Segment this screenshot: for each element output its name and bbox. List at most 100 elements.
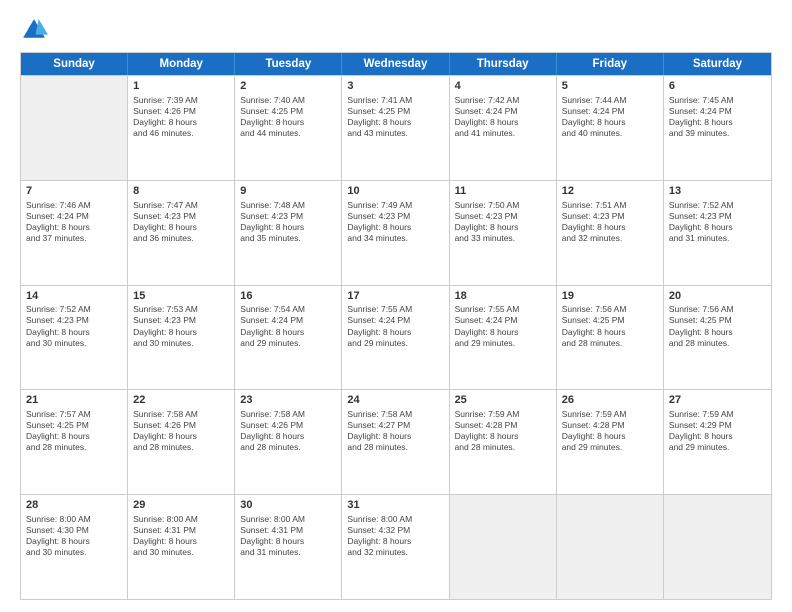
day-cell-16: 16Sunrise: 7:54 AMSunset: 4:24 PMDayligh… <box>235 286 342 390</box>
cell-line: and 30 minutes. <box>133 338 229 349</box>
cell-line: and 28 minutes. <box>240 442 336 453</box>
cell-line: and 37 minutes. <box>26 233 122 244</box>
cell-line: Sunrise: 7:40 AM <box>240 95 336 106</box>
cell-line: and 29 minutes. <box>455 338 551 349</box>
week-row-3: 21Sunrise: 7:57 AMSunset: 4:25 PMDayligh… <box>21 389 771 494</box>
day-cell-19: 19Sunrise: 7:56 AMSunset: 4:25 PMDayligh… <box>557 286 664 390</box>
cell-line: Sunrise: 7:49 AM <box>347 200 443 211</box>
cell-line: and 46 minutes. <box>133 128 229 139</box>
cell-line: and 41 minutes. <box>455 128 551 139</box>
cell-line: Sunset: 4:26 PM <box>240 420 336 431</box>
day-number: 7 <box>26 184 122 199</box>
header-day-monday: Monday <box>128 53 235 75</box>
cell-line: and 33 minutes. <box>455 233 551 244</box>
cell-line: and 31 minutes. <box>669 233 766 244</box>
cell-line: Daylight: 8 hours <box>133 222 229 233</box>
cell-line: Sunset: 4:23 PM <box>347 211 443 222</box>
cell-line: Sunrise: 8:00 AM <box>347 514 443 525</box>
cell-line: Daylight: 8 hours <box>26 222 122 233</box>
cell-line: Sunset: 4:25 PM <box>669 315 766 326</box>
week-row-2: 14Sunrise: 7:52 AMSunset: 4:23 PMDayligh… <box>21 285 771 390</box>
cell-line: Sunrise: 7:58 AM <box>347 409 443 420</box>
cell-line: Sunset: 4:24 PM <box>455 315 551 326</box>
cell-line: and 30 minutes. <box>133 547 229 558</box>
cell-line: and 30 minutes. <box>26 338 122 349</box>
day-number: 4 <box>455 79 551 94</box>
cell-line: and 39 minutes. <box>669 128 766 139</box>
cell-line: Sunset: 4:23 PM <box>455 211 551 222</box>
day-cell-15: 15Sunrise: 7:53 AMSunset: 4:23 PMDayligh… <box>128 286 235 390</box>
cell-line: Sunrise: 7:42 AM <box>455 95 551 106</box>
day-number: 12 <box>562 184 658 199</box>
cell-line: Daylight: 8 hours <box>240 222 336 233</box>
cell-line: Sunset: 4:23 PM <box>133 211 229 222</box>
cell-line: Sunrise: 8:00 AM <box>26 514 122 525</box>
cell-line: Sunrise: 7:39 AM <box>133 95 229 106</box>
cell-line: Sunrise: 7:50 AM <box>455 200 551 211</box>
day-cell-20: 20Sunrise: 7:56 AMSunset: 4:25 PMDayligh… <box>664 286 771 390</box>
cell-line: and 31 minutes. <box>240 547 336 558</box>
cell-line: Daylight: 8 hours <box>26 327 122 338</box>
day-cell-3: 3Sunrise: 7:41 AMSunset: 4:25 PMDaylight… <box>342 76 449 180</box>
cell-line: Sunrise: 7:52 AM <box>669 200 766 211</box>
week-row-4: 28Sunrise: 8:00 AMSunset: 4:30 PMDayligh… <box>21 494 771 599</box>
cell-line: Sunset: 4:31 PM <box>133 525 229 536</box>
day-number: 28 <box>26 498 122 513</box>
calendar-body: 1Sunrise: 7:39 AMSunset: 4:26 PMDaylight… <box>21 75 771 599</box>
cell-line: Sunset: 4:30 PM <box>26 525 122 536</box>
cell-line: Sunrise: 7:58 AM <box>133 409 229 420</box>
day-cell-30: 30Sunrise: 8:00 AMSunset: 4:31 PMDayligh… <box>235 495 342 599</box>
logo-icon <box>20 16 48 44</box>
day-number: 22 <box>133 393 229 408</box>
day-number: 3 <box>347 79 443 94</box>
cell-line: and 28 minutes. <box>133 442 229 453</box>
cell-line: Daylight: 8 hours <box>562 222 658 233</box>
day-number: 8 <box>133 184 229 199</box>
day-cell-11: 11Sunrise: 7:50 AMSunset: 4:23 PMDayligh… <box>450 181 557 285</box>
day-cell-21: 21Sunrise: 7:57 AMSunset: 4:25 PMDayligh… <box>21 390 128 494</box>
day-number: 9 <box>240 184 336 199</box>
cell-line: Daylight: 8 hours <box>455 117 551 128</box>
cell-line: Sunrise: 7:51 AM <box>562 200 658 211</box>
cell-line: and 43 minutes. <box>347 128 443 139</box>
header-day-sunday: Sunday <box>21 53 128 75</box>
day-number: 14 <box>26 289 122 304</box>
day-cell-29: 29Sunrise: 8:00 AMSunset: 4:31 PMDayligh… <box>128 495 235 599</box>
cell-line: Sunrise: 7:59 AM <box>669 409 766 420</box>
cell-line: Sunrise: 7:53 AM <box>133 304 229 315</box>
cell-line: Daylight: 8 hours <box>347 117 443 128</box>
cell-line: Sunrise: 7:59 AM <box>562 409 658 420</box>
cell-line: Sunrise: 7:46 AM <box>26 200 122 211</box>
cell-line: and 29 minutes. <box>669 442 766 453</box>
cell-line: Daylight: 8 hours <box>562 327 658 338</box>
header <box>20 16 772 44</box>
cell-line: Sunrise: 7:55 AM <box>455 304 551 315</box>
day-number: 13 <box>669 184 766 199</box>
cell-line: and 28 minutes. <box>26 442 122 453</box>
cell-line: Daylight: 8 hours <box>347 431 443 442</box>
cell-line: Sunset: 4:24 PM <box>240 315 336 326</box>
cell-line: Sunrise: 7:41 AM <box>347 95 443 106</box>
cell-line: Sunset: 4:24 PM <box>455 106 551 117</box>
day-cell-13: 13Sunrise: 7:52 AMSunset: 4:23 PMDayligh… <box>664 181 771 285</box>
cell-line: and 34 minutes. <box>347 233 443 244</box>
day-number: 26 <box>562 393 658 408</box>
cell-line: Sunset: 4:25 PM <box>562 315 658 326</box>
cell-line: Sunrise: 7:54 AM <box>240 304 336 315</box>
day-cell-12: 12Sunrise: 7:51 AMSunset: 4:23 PMDayligh… <box>557 181 664 285</box>
cell-line: Daylight: 8 hours <box>240 117 336 128</box>
week-row-1: 7Sunrise: 7:46 AMSunset: 4:24 PMDaylight… <box>21 180 771 285</box>
cell-line: Daylight: 8 hours <box>669 327 766 338</box>
cell-line: Sunrise: 7:47 AM <box>133 200 229 211</box>
day-number: 24 <box>347 393 443 408</box>
header-day-wednesday: Wednesday <box>342 53 449 75</box>
cell-line: Sunset: 4:26 PM <box>133 106 229 117</box>
day-cell-7: 7Sunrise: 7:46 AMSunset: 4:24 PMDaylight… <box>21 181 128 285</box>
day-cell-26: 26Sunrise: 7:59 AMSunset: 4:28 PMDayligh… <box>557 390 664 494</box>
day-cell-24: 24Sunrise: 7:58 AMSunset: 4:27 PMDayligh… <box>342 390 449 494</box>
day-number: 21 <box>26 393 122 408</box>
day-cell-4: 4Sunrise: 7:42 AMSunset: 4:24 PMDaylight… <box>450 76 557 180</box>
cell-line: Sunset: 4:23 PM <box>133 315 229 326</box>
cell-line: Sunset: 4:23 PM <box>26 315 122 326</box>
day-cell-8: 8Sunrise: 7:47 AMSunset: 4:23 PMDaylight… <box>128 181 235 285</box>
